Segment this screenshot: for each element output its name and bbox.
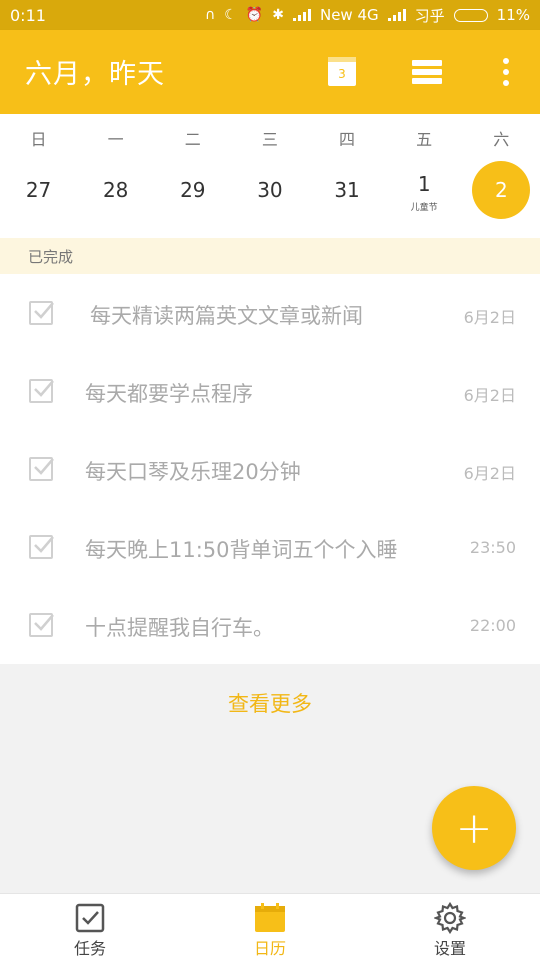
task-date: 6月2日: [463, 308, 516, 327]
task-date: 6月2日: [463, 464, 516, 483]
task-date: 6月2日: [463, 386, 516, 405]
today-calendar-icon[interactable]: 3: [328, 57, 356, 86]
page-title: 六月，昨天: [25, 59, 165, 90]
status-bar: 0:11 ∩ ☾ ⏰ ✱ New 4G 习乎 11%: [0, 0, 540, 30]
checked-checkbox-icon[interactable]: [29, 613, 54, 637]
task-title: 每天晚上11:50背单词五个个入睡: [85, 538, 398, 562]
add-task-button[interactable]: +: [432, 786, 516, 870]
day-wed[interactable]: 三 30: [231, 114, 308, 238]
date-number: 30: [257, 178, 283, 202]
task-list: 每天精读两篇英文文章或新闻 6月2日 每天都要学点程序 6月2日 每天口琴及乐理…: [0, 274, 540, 664]
day-thu[interactable]: 四 31: [309, 114, 386, 238]
checked-checkbox-icon[interactable]: [29, 457, 54, 481]
date-number: 31: [334, 178, 360, 202]
date-number: 29: [180, 178, 206, 202]
more-options-icon[interactable]: [502, 58, 510, 86]
alarm-icon: ⏰: [245, 7, 264, 23]
task-title: 十点提醒我自行车。: [85, 616, 274, 640]
nav-tasks[interactable]: 任务: [0, 894, 180, 960]
gear-icon: [434, 902, 466, 934]
nav-calendar[interactable]: 日历: [180, 894, 360, 960]
view-list-icon[interactable]: [412, 60, 442, 84]
nav-label: 设置: [433, 939, 466, 958]
date-number: 1: [417, 172, 431, 196]
bluetooth-icon: ✱: [272, 7, 284, 23]
weekday-label: 三: [261, 130, 278, 149]
wifi-signal-icon: [292, 9, 311, 21]
moon-icon: ☾: [224, 7, 237, 23]
weekday-label: 二: [184, 130, 201, 149]
nav-settings[interactable]: 设置: [360, 894, 540, 960]
cell-signal-icon: [387, 9, 406, 21]
day-mon[interactable]: 一 28: [77, 114, 154, 238]
date-number: 28: [102, 178, 129, 202]
completed-section-header: 已完成: [0, 238, 540, 274]
day-sat-selected[interactable]: 六 2: [463, 114, 540, 238]
weekday-label: 四: [339, 130, 356, 149]
day-sun[interactable]: 日 27: [0, 114, 77, 238]
see-more-link[interactable]: 查看更多: [0, 664, 540, 744]
day-tue[interactable]: 二 29: [154, 114, 231, 238]
weekday-label: 五: [416, 130, 433, 149]
holiday-label: 儿童节: [410, 203, 438, 213]
day-fri[interactable]: 五 1 儿童节: [386, 114, 463, 238]
task-date: 22:00: [469, 616, 516, 635]
task-item[interactable]: 每天都要学点程序 6月2日: [0, 352, 540, 430]
checked-checkbox-icon[interactable]: [29, 301, 54, 325]
selected-date: 2: [472, 161, 531, 219]
app-indicator: 习乎: [414, 6, 445, 25]
app-bar: 六月，昨天 3: [0, 30, 540, 114]
battery-icon: [453, 8, 488, 22]
date-number: 2: [494, 178, 508, 202]
headphones-icon: ∩: [205, 7, 216, 23]
date-number: 27: [25, 178, 52, 202]
task-title: 每天精读两篇英文文章或新闻: [90, 304, 363, 328]
nav-label: 日历: [253, 939, 286, 958]
weekday-label: 六: [493, 130, 510, 149]
task-title: 每天口琴及乐理20分钟: [85, 460, 301, 484]
status-icons: ∩ ☾ ⏰ ✱ New 4G 习乎 11%: [205, 5, 530, 26]
checked-checkbox-icon[interactable]: [29, 379, 54, 403]
week-strip: 日 27 一 28 二 29 三 30 四 31 五 1 儿童节 六 2: [0, 114, 540, 238]
calendar-icon: [254, 902, 286, 934]
weekday-label: 日: [30, 130, 47, 149]
task-item[interactable]: 每天精读两篇英文文章或新闻 6月2日: [0, 274, 540, 352]
task-item[interactable]: 每天晚上11:50背单词五个个入睡 23:50: [0, 508, 540, 586]
bottom-nav: 任务 日历 设置: [0, 893, 540, 960]
network-label: New 4G: [319, 6, 379, 24]
checkbox-icon: [74, 902, 106, 934]
task-date: 23:50: [469, 538, 516, 557]
battery-level: 11%: [496, 6, 530, 24]
plus-icon: +: [455, 802, 493, 854]
today-calendar-day: 3: [338, 66, 346, 81]
task-item[interactable]: 每天口琴及乐理20分钟 6月2日: [0, 430, 540, 508]
nav-label: 任务: [73, 939, 106, 958]
checked-checkbox-icon[interactable]: [29, 535, 54, 559]
status-time: 0:11: [10, 5, 46, 25]
task-item[interactable]: 十点提醒我自行车。 22:00: [0, 586, 540, 664]
weekday-label: 一: [107, 130, 124, 149]
task-title: 每天都要学点程序: [85, 382, 253, 406]
